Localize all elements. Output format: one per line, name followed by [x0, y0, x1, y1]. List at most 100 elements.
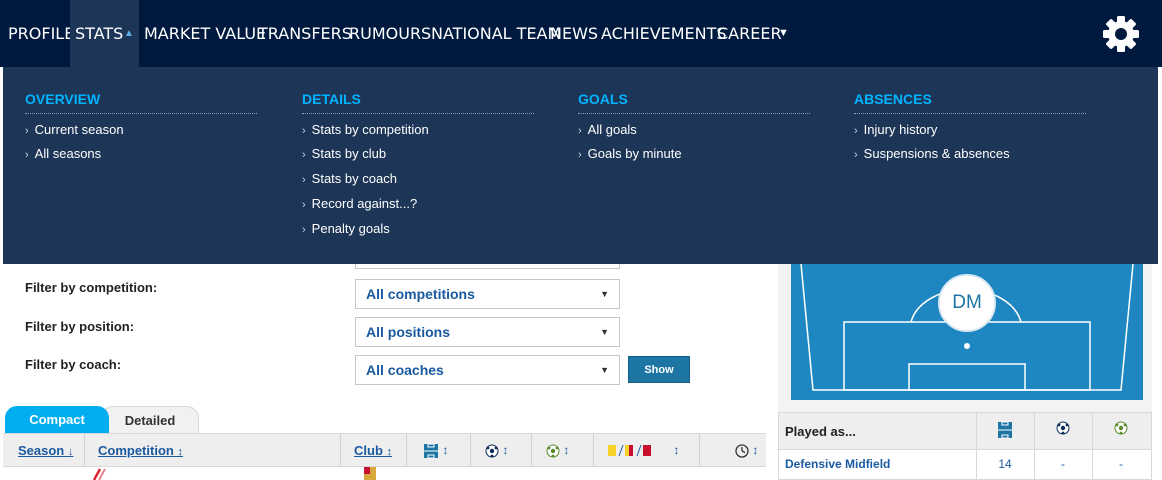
- coach-select[interactable]: All coaches ▼: [355, 355, 620, 385]
- caret-down-icon[interactable]: ▼: [778, 0, 789, 67]
- menu-item-goals-by-minute[interactable]: › Goals by minute: [578, 146, 682, 164]
- column-club-label: Club: [354, 443, 383, 458]
- column-minutes[interactable]: ↕: [735, 434, 758, 467]
- coach-select-value: All coaches: [366, 362, 444, 378]
- menu-item-stats-by-club[interactable]: › Stats by club: [302, 146, 386, 164]
- assists-header: [1092, 421, 1150, 440]
- menu-item-label: Suspensions & absences: [863, 146, 1010, 161]
- menu-item-record-against[interactable]: › Record against...?: [302, 196, 417, 214]
- menu-item-label: All goals: [587, 122, 637, 137]
- show-button[interactable]: Show: [628, 356, 690, 383]
- tab-compact[interactable]: Compact: [5, 406, 109, 433]
- competition-select[interactable]: All competitions ▼: [355, 279, 620, 309]
- nav-transfers[interactable]: TRANSFERS: [258, 0, 352, 67]
- position-assists: -: [1119, 457, 1123, 471]
- menu-item-label: Current season: [34, 122, 124, 137]
- menu-item-label: Stats by coach: [311, 171, 397, 186]
- column-divider: [699, 434, 700, 467]
- chevron-right-icon: ›: [302, 199, 306, 211]
- position-select[interactable]: All positions ▼: [355, 317, 620, 347]
- menu-item-label: Goals by minute: [587, 146, 682, 161]
- column-season-label: Season: [18, 443, 65, 458]
- column-divider: [593, 434, 594, 467]
- table-row: [3, 467, 766, 480]
- nav-market-value[interactable]: MARKET VALUE: [144, 0, 266, 67]
- caret-down-icon: ▼: [600, 327, 609, 337]
- menu-item-label: Penalty goals: [311, 221, 390, 236]
- menu-item-all-goals[interactable]: › All goals: [578, 122, 637, 140]
- sort-desc-icon: ↓: [67, 446, 74, 458]
- menu-item-stats-by-coach[interactable]: › Stats by coach: [302, 171, 397, 189]
- position-select-value: All positions: [366, 324, 450, 340]
- appearances-header: [976, 421, 1034, 444]
- menu-item-penalty-goals[interactable]: › Penalty goals: [302, 221, 390, 239]
- position-name-link[interactable]: Defensive Midfield: [785, 450, 890, 479]
- chevron-right-icon: ›: [854, 125, 858, 137]
- minutes-icon: [735, 444, 749, 458]
- sort-icon: ↕: [502, 443, 509, 457]
- column-divider: [470, 434, 471, 467]
- tab-detailed[interactable]: Detailed: [101, 406, 199, 433]
- column-divider: [531, 434, 532, 467]
- menu-item-all-seasons[interactable]: › All seasons: [25, 146, 101, 164]
- column-divider: [406, 434, 407, 467]
- nav-achievements[interactable]: ACHIEVEMENTS: [601, 0, 727, 67]
- nav-profile[interactable]: PROFILE: [8, 0, 74, 67]
- filter-competition-label: Filter by competition:: [25, 280, 158, 295]
- menu-item-injury-history[interactable]: › Injury history: [854, 122, 937, 140]
- column-club[interactable]: Club ↕: [354, 434, 392, 467]
- appearances-icon: [424, 443, 438, 459]
- column-assists[interactable]: ↕: [546, 434, 569, 467]
- chevron-right-icon: ›: [302, 224, 306, 236]
- menu-item-label: Injury history: [863, 122, 938, 137]
- season-select-partial[interactable]: [355, 264, 620, 269]
- column-competition-label: Competition: [98, 443, 174, 458]
- goals-icon: [1056, 421, 1070, 435]
- filter-coach-label: Filter by coach:: [25, 357, 122, 372]
- nav-stats-label: STATS: [75, 24, 124, 43]
- nav-career[interactable]: CAREER: [717, 0, 782, 67]
- sort-icon: ↕: [442, 443, 449, 457]
- appearances-icon: [998, 421, 1012, 439]
- chevron-right-icon: ›: [302, 149, 306, 161]
- menu-heading-overview[interactable]: OVERVIEW: [25, 91, 257, 114]
- assists-icon: [1114, 421, 1128, 435]
- chevron-right-icon: ›: [578, 125, 582, 137]
- position-badge: DM: [938, 274, 996, 332]
- chevron-right-icon: ›: [25, 125, 29, 137]
- column-divider: [84, 434, 85, 467]
- menu-item-current-season[interactable]: › Current season: [25, 122, 124, 140]
- sort-icon: ↕: [563, 443, 570, 457]
- position-table: Played as... Defensive Midfield 14 - -: [778, 412, 1152, 480]
- menu-item-suspensions-absences[interactable]: › Suspensions & absences: [854, 146, 1010, 164]
- nav-rumours[interactable]: RUMOURS: [349, 0, 431, 67]
- chevron-right-icon: ›: [302, 174, 306, 186]
- menu-item-label: All seasons: [34, 146, 102, 161]
- menu-heading-goals[interactable]: GOALS: [578, 91, 810, 114]
- goals-icon: [485, 444, 499, 458]
- column-appearances[interactable]: ↕: [423, 434, 448, 467]
- column-goals[interactable]: ↕: [485, 434, 508, 467]
- menu-item-label: Record against...?: [311, 196, 418, 211]
- position-appearances: 14: [998, 457, 1012, 471]
- column-season[interactable]: Season ↓: [18, 434, 73, 467]
- menu-heading-details[interactable]: DETAILS: [302, 91, 534, 114]
- sort-icon: ↕: [752, 443, 759, 457]
- goals-header: [1034, 421, 1092, 440]
- caret-down-icon: ▼: [600, 289, 609, 299]
- cards-icon: [608, 444, 651, 456]
- menu-item-stats-by-competition[interactable]: › Stats by competition: [302, 122, 429, 140]
- nav-national-team[interactable]: NATIONAL TEAM: [431, 0, 561, 67]
- stats-table-header: Season ↓ Competition ↕ Club ↕ ↕ ↕ ↕ ↕ ↕: [3, 433, 766, 467]
- gear-icon[interactable]: [1102, 15, 1140, 53]
- assists-icon: [546, 444, 560, 458]
- played-as-label: Played as...: [785, 424, 856, 439]
- main-navigation: PROFILE STATS ▲ MARKET VALUE TRANSFERS R…: [0, 0, 1162, 67]
- menu-heading-absences[interactable]: ABSENCES: [854, 91, 1086, 114]
- nav-news[interactable]: NEWS: [550, 0, 598, 67]
- competition-select-value: All competitions: [366, 286, 475, 302]
- filter-position-label: Filter by position:: [25, 319, 135, 334]
- caret-up-icon: ▲: [124, 28, 134, 39]
- column-competition[interactable]: Competition ↕: [98, 434, 183, 467]
- column-cards[interactable]: ↕: [608, 434, 679, 467]
